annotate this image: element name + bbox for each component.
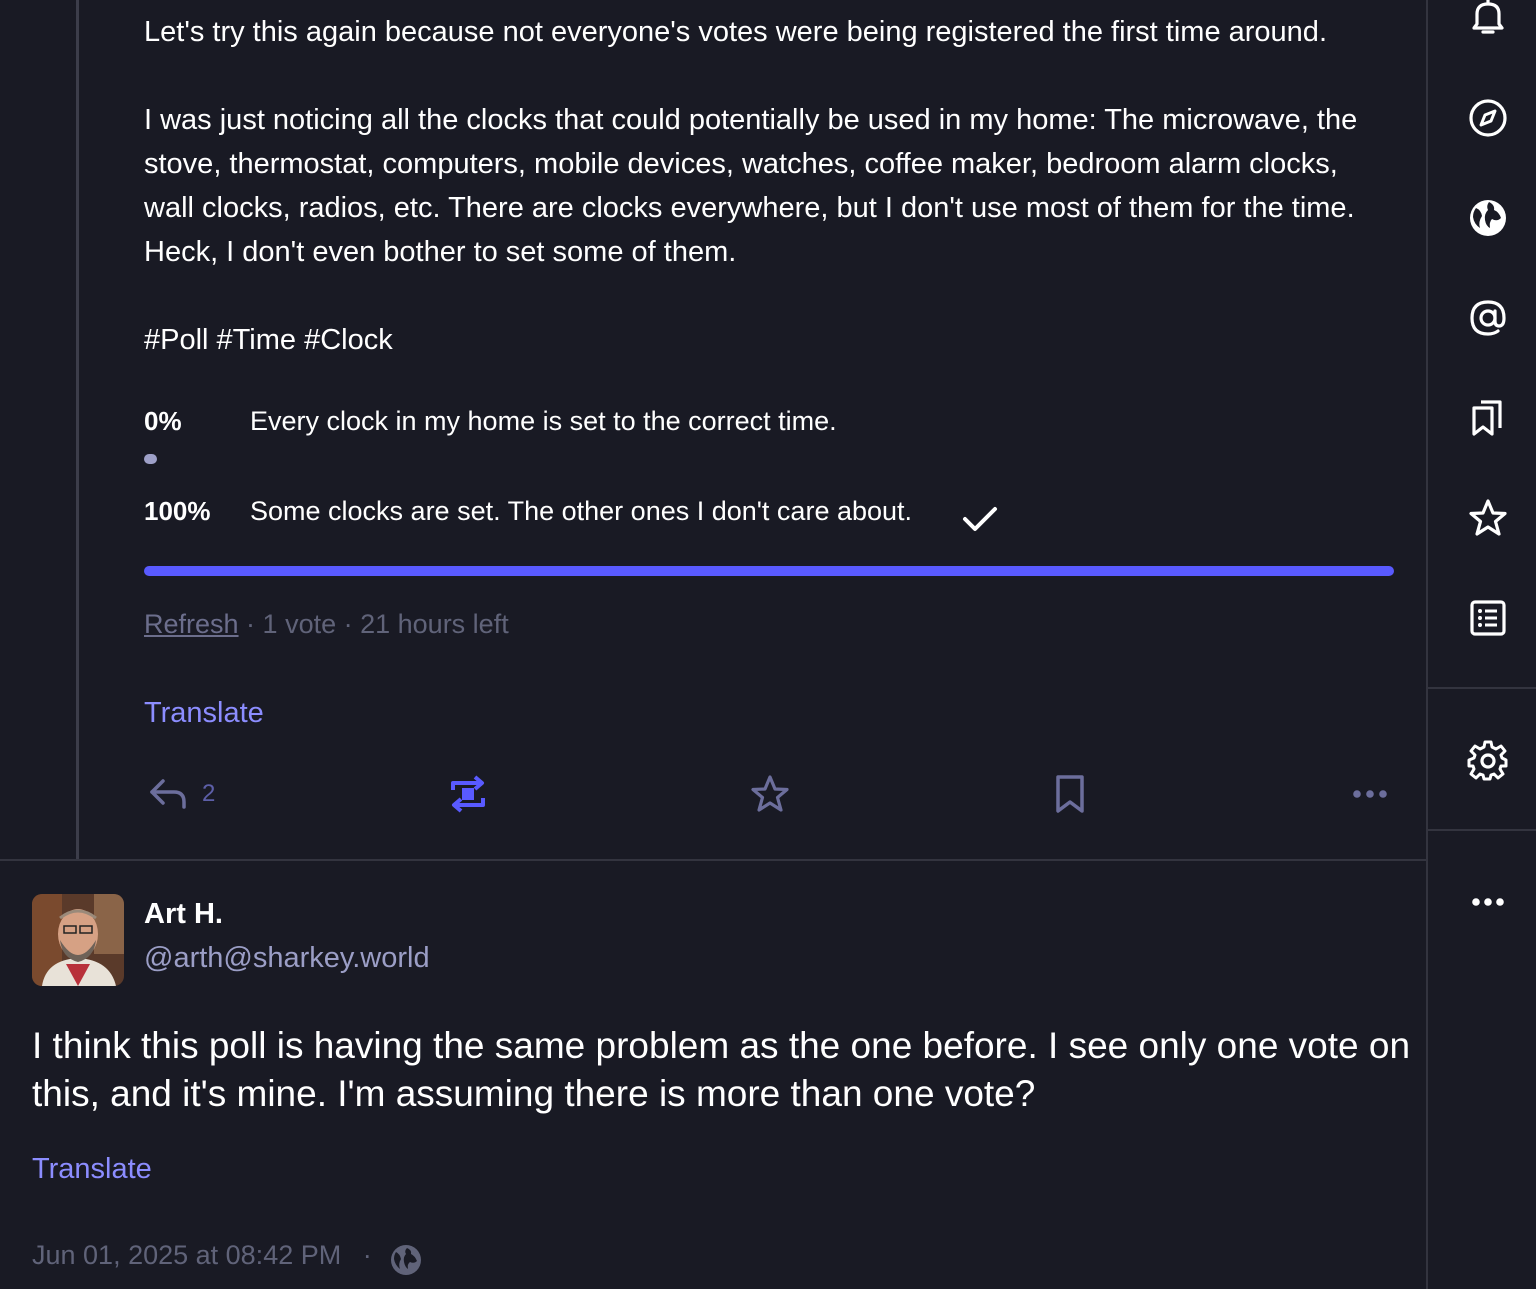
poll-option-1-percent: 0% (144, 406, 182, 436)
federated-timeline-button[interactable] (1466, 196, 1510, 240)
reply-count: 2 (202, 780, 216, 807)
timestamp-text: Jun 01, 2025 at 08:42 PM (32, 1240, 342, 1270)
poll-option-2-bar (144, 566, 1394, 576)
reply-icon (150, 779, 186, 809)
post-paragraph-1: Let's try this again because not everyon… (144, 16, 1327, 48)
navigation-sidebar (1426, 0, 1536, 1289)
post-paragraph-2: I was just noticing all the clocks that … (144, 104, 1358, 268)
more-icon (1472, 898, 1504, 906)
post-hashtags[interactable]: #Poll #Time #Clock (144, 318, 1384, 362)
more-button[interactable] (1350, 784, 1390, 804)
boost-icon (451, 775, 485, 813)
lists-button[interactable] (1466, 596, 1510, 640)
poll-meta: Refresh · 1 vote · 21 hours left (144, 609, 509, 640)
favourite-button[interactable] (749, 773, 791, 815)
sidebar-divider (1428, 687, 1536, 689)
globe-icon (1470, 200, 1506, 236)
avatar-image (32, 894, 124, 986)
timestamp-separator: · (362, 1240, 372, 1270)
gear-icon (1467, 740, 1508, 781)
poll-option-2-text: Some clocks are set. The other ones I do… (250, 496, 913, 526)
boost-button[interactable] (448, 774, 488, 814)
reply-button[interactable]: 2 (148, 776, 215, 812)
sidebar-divider (1428, 829, 1536, 831)
bookmarks-icon (1472, 400, 1502, 436)
notifications-button[interactable] (1466, 0, 1510, 40)
poll-meta-sep-2: · (336, 609, 361, 639)
bell-icon (1472, 0, 1504, 34)
favourites-button[interactable] (1466, 496, 1510, 540)
bookmark-icon (1056, 775, 1084, 813)
bookmarks-button[interactable] (1466, 396, 1510, 440)
reply-translate-link[interactable]: Translate (32, 1153, 152, 1186)
thread-line (76, 0, 79, 860)
preferences-button[interactable] (1466, 738, 1510, 782)
reply-content: I think this poll is having the same pro… (32, 1025, 1411, 1114)
account-handle[interactable]: @arth@sharkey.world (144, 942, 430, 975)
sidebar-more-button[interactable] (1466, 880, 1510, 924)
mentions-button[interactable] (1466, 296, 1510, 340)
poll-refresh-link[interactable]: Refresh (144, 609, 239, 639)
display-name[interactable]: Art H. (144, 898, 223, 931)
post-translate-link[interactable]: Translate (144, 697, 264, 730)
compass-icon (1469, 99, 1507, 137)
bookmark-button[interactable] (1052, 774, 1088, 814)
poll-meta-sep-1: · (238, 609, 263, 639)
poll-votes: 1 vote (262, 609, 337, 639)
avatar[interactable] (32, 894, 124, 986)
more-horizontal-icon (1353, 790, 1387, 798)
poll-option-1-text: Every clock in my home is set to the cor… (250, 406, 837, 436)
checkmark-icon (963, 507, 997, 531)
poll-option-2-percent: 100% (144, 496, 211, 526)
star-icon (1469, 499, 1507, 536)
at-icon (1470, 300, 1506, 336)
list-icon (1470, 600, 1506, 636)
star-icon (751, 775, 789, 812)
poll-time-left: 21 hours left (360, 609, 509, 639)
visibility-globe-icon (391, 1245, 421, 1275)
explore-button[interactable] (1466, 96, 1510, 140)
poll-option-2-bar-fill (144, 566, 1394, 576)
reply-timestamp[interactable]: Jun 01, 2025 at 08:42 PM · (32, 1240, 372, 1271)
post-divider (0, 859, 1426, 861)
poll-option-1-bar (144, 454, 157, 464)
